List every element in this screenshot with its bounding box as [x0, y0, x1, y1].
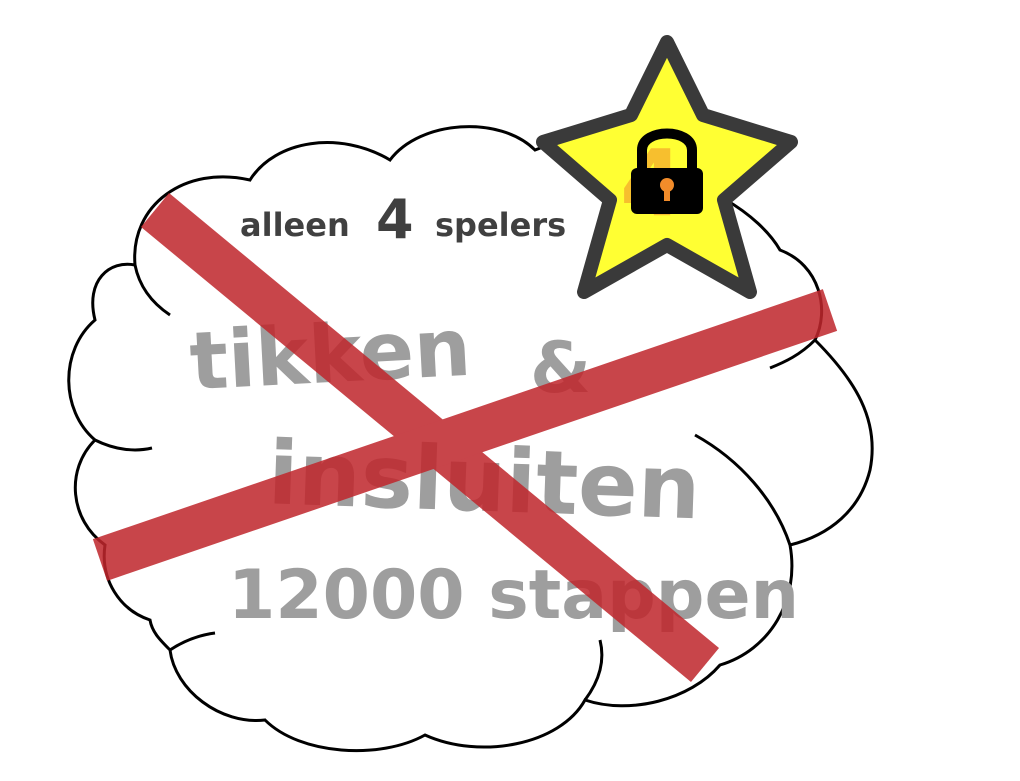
- activity-card[interactable]: alleen 4 spelers tikken & insluiten 1200…: [0, 0, 1020, 781]
- card-canvas: alleen 4 spelers tikken & insluiten 1200…: [67, 35, 874, 753]
- players-count-label: 4: [376, 188, 414, 251]
- players-suffix-label: spelers: [435, 206, 566, 244]
- players-prefix-label: alleen: [240, 206, 350, 244]
- steps-label: 12000 stappen: [228, 556, 799, 635]
